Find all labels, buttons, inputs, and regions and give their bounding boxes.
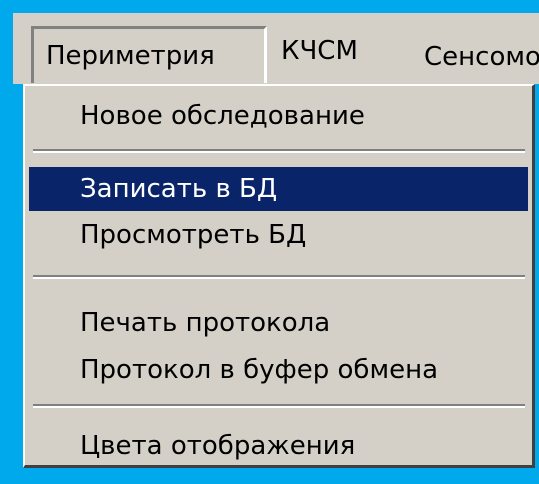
menu-kchsm[interactable]: КЧСМ [281, 23, 358, 80]
menu-separator [33, 275, 525, 279]
perimetry-dropdown-menu: Новое обследование Записать в БД Просмот… [23, 84, 535, 468]
menu-bar: Периметрия КЧСМ Сенсомот [13, 13, 539, 84]
menu-item-save-to-db[interactable]: Записать в БД [29, 167, 528, 211]
menu-separator [33, 149, 525, 153]
menu-sensomot[interactable]: Сенсомот [424, 29, 539, 84]
menu-perimetry[interactable]: Периметрия [31, 26, 267, 83]
menu-item-print-protocol[interactable]: Печать протокола [29, 301, 528, 345]
menu-item-view-db[interactable]: Просмотреть БД [29, 213, 528, 257]
menu-separator [33, 404, 525, 408]
menu-item-new-exam[interactable]: Новое обследование [29, 94, 528, 138]
menu-item-protocol-to-clipboard[interactable]: Протокол в буфер обмена [29, 348, 528, 392]
menu-item-display-colors[interactable]: Цвета отображения [29, 424, 528, 468]
